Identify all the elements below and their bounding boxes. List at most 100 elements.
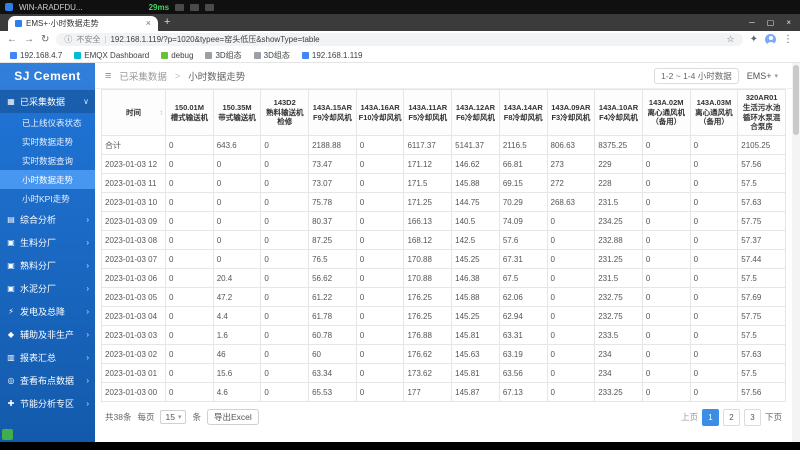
table-footer: 共38条 每页 15 ▾ 条 导出Excel 上页 123 下页 <box>95 402 792 432</box>
sidebar-subitem-0-1[interactable]: 实时数据走势 <box>0 132 95 151</box>
col-header-code: 143A.02M <box>648 97 684 107</box>
sidebar-item-7[interactable]: ▥ 报表汇总 › <box>0 346 95 369</box>
col-header-code: 320AR01 <box>745 93 778 102</box>
sidebar-item-2[interactable]: ▣ 生料分厂 › <box>0 231 95 254</box>
browser-menu-icon[interactable]: ⋮ <box>783 34 793 45</box>
bookmark-item-4[interactable]: 3D组态 <box>253 50 290 61</box>
value-cell: 0 <box>212 230 262 250</box>
page-size-select[interactable]: 15 ▾ <box>160 410 187 424</box>
value-cell: 15.6 <box>212 363 262 383</box>
security-info-icon[interactable]: ⓘ <box>64 34 72 45</box>
sidebar-subitem-0-2[interactable]: 实时数据查询 <box>0 151 95 170</box>
sidebar-subitem-0-0[interactable]: 已上线仪表状态 <box>0 113 95 132</box>
value-cell: 0 <box>641 363 691 383</box>
value-cell: 67.5 <box>498 268 548 288</box>
value-cell: 145.88 <box>451 287 500 307</box>
sort-icon[interactable]: ↕ <box>160 108 164 117</box>
col-header-code: 150.35M <box>222 102 252 112</box>
browser-tab[interactable]: EMS+·小时数据走势 × <box>8 16 158 31</box>
bookmark-item-3[interactable]: 3D组态 <box>205 50 242 61</box>
time-cell: 2023-01-03 08 <box>101 230 166 250</box>
sidebar-item-8[interactable]: ◎ 查看布点数据 › <box>0 369 95 392</box>
sidebar-item-5[interactable]: ⚡ 发电及总降 › <box>0 300 95 323</box>
bookmark-item-2[interactable]: debug <box>161 51 193 60</box>
refresh-icon[interactable]: ↻ <box>41 34 49 45</box>
page-button-3[interactable]: 3 <box>743 408 761 426</box>
value-cell: 0 <box>689 249 739 269</box>
col-header-4: 143A.15AR F9冷却风机 <box>308 89 357 136</box>
sidebar-item-1[interactable]: ▤ 综合分析 › <box>0 208 95 231</box>
latency-badge: 29ms <box>148 2 170 12</box>
time-cell: 2023-01-03 04 <box>101 306 166 326</box>
value-cell: 0 <box>165 154 214 174</box>
sidebar-item-4[interactable]: ▣ 水泥分厂 › <box>0 277 95 300</box>
profile-dropdown[interactable]: EMS+ ▾ <box>747 71 782 81</box>
value-cell: 0 <box>641 268 691 288</box>
sidebar-collapse-icon[interactable]: ≡ <box>105 70 111 82</box>
new-tab-button[interactable]: + <box>164 15 170 30</box>
value-cell: 0 <box>212 192 262 212</box>
prev-page-button[interactable]: 上页 <box>681 411 698 423</box>
profile-avatar[interactable] <box>765 34 776 45</box>
value-cell: 0 <box>260 230 310 250</box>
back-icon[interactable]: ← <box>7 34 17 45</box>
sidebar-item-0[interactable]: ▦ 已采集数据 ∨ <box>0 90 95 113</box>
value-cell: 0 <box>355 192 405 212</box>
screenshot-icon[interactable] <box>190 3 200 11</box>
nav-section-icon: ◎ <box>7 376 15 385</box>
sidebar-subitem-0-4[interactable]: 小时KPI走势 <box>0 189 95 208</box>
value-cell: 5141.37 <box>451 135 500 155</box>
extensions-icon[interactable]: ✦ <box>750 34 758 45</box>
page-button-1[interactable]: 1 <box>701 408 719 426</box>
monitor-icon[interactable] <box>175 3 185 11</box>
remote-more-icon[interactable] <box>205 3 215 11</box>
value-cell: 0 <box>641 287 691 307</box>
value-cell: 0 <box>165 306 214 326</box>
date-range-selector[interactable]: 1-2 ~ 1-4 小时数据 <box>654 67 739 84</box>
sidebar-item-3[interactable]: ▣ 熟料分厂 › <box>0 254 95 277</box>
value-cell: 87.25 <box>308 230 357 250</box>
address-bar[interactable]: ⓘ 不安全 | 192.168.1.119/?p=1020&typee=窑头低压… <box>56 33 743 46</box>
close-icon[interactable]: × <box>786 18 791 27</box>
sidebar-item-6[interactable]: ◆ 辅助及非生产 › <box>0 323 95 346</box>
value-cell: 0 <box>260 135 310 155</box>
value-cell: 61.22 <box>308 287 357 307</box>
bookmark-item-0[interactable]: 192.168.4.7 <box>10 51 62 60</box>
tab-close-icon[interactable]: × <box>146 19 151 28</box>
col-header-7: 143A.12AR F6冷却风机 <box>451 89 500 136</box>
table-row: 2023-01-03 00 0 4.6 0 65.53 0 177 145.87 67.13 0 2… <box>101 382 786 402</box>
scrollbar-thumb[interactable] <box>793 65 799 135</box>
value-cell: 0 <box>689 154 739 174</box>
next-page-button[interactable]: 下页 <box>765 411 782 423</box>
value-cell: 145.81 <box>451 325 500 345</box>
bookmark-star-icon[interactable]: ☆ <box>727 34 735 45</box>
breadcrumb-bar: ≡ 已采集数据 > 小时数据走势 1-2 ~ 1-4 小时数据 EMS+ ▾ <box>95 63 792 89</box>
col-header-name: F8冷却风机 <box>503 112 543 122</box>
minimize-icon[interactable]: ─ <box>749 18 755 27</box>
value-cell: 231.25 <box>594 249 643 269</box>
page-button-2[interactable]: 2 <box>722 408 740 426</box>
col-header-time[interactable]: 时间 ↕ <box>101 89 166 136</box>
page-scrollbar[interactable] <box>792 63 800 442</box>
bookmark-favicon <box>253 51 261 59</box>
value-cell: 6117.37 <box>403 135 453 155</box>
col-header-code: 143A.11AR <box>408 102 448 112</box>
chevron-right-icon: › <box>86 399 89 408</box>
value-cell: 20.4 <box>212 268 262 288</box>
chat-float-icon[interactable] <box>2 429 13 440</box>
forward-icon[interactable]: → <box>24 34 34 45</box>
col-header-name: 槽式输送机 <box>170 112 209 122</box>
value-cell: 0 <box>260 382 310 402</box>
bookmark-favicon <box>161 51 169 59</box>
bookmarks-bar: 192.168.4.7 EMQX Dashboard debug 3D组态 3D组态 19… <box>0 48 800 63</box>
value-cell: 74.09 <box>498 211 548 231</box>
bookmark-item-5[interactable]: 192.168.1.119 <box>301 51 362 60</box>
maximize-icon[interactable]: ▢ <box>767 18 775 27</box>
export-excel-button[interactable]: 导出Excel <box>206 409 259 425</box>
per-page-label: 每页 <box>137 412 155 422</box>
bookmark-item-1[interactable]: EMQX Dashboard <box>74 51 149 60</box>
sidebar-subitem-0-3[interactable]: 小时数据走势 <box>0 170 95 189</box>
value-cell: 61.78 <box>308 306 357 326</box>
sidebar-item-9[interactable]: ✚ 节能分析专区 › <box>0 392 95 415</box>
breadcrumb-parent[interactable]: 已采集数据 <box>119 69 167 83</box>
